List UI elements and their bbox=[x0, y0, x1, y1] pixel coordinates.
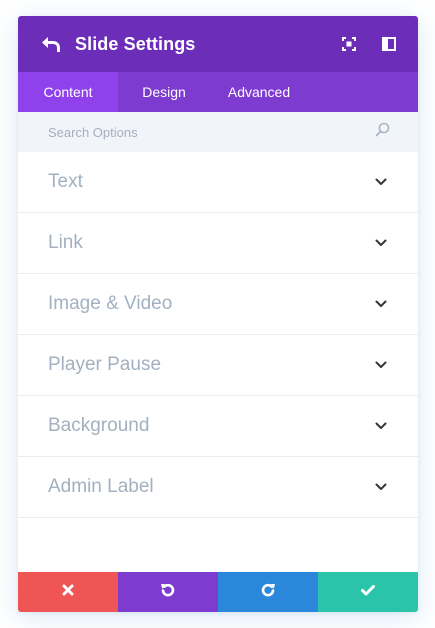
chevron-down-icon bbox=[374, 419, 388, 433]
options-list: Text Link Image & Video Player Pause Bac… bbox=[18, 152, 418, 518]
tab-content[interactable]: Content bbox=[18, 72, 118, 112]
option-toggle-admin-label[interactable]: Admin Label bbox=[18, 457, 418, 518]
modal-title: Slide Settings bbox=[75, 33, 196, 54]
chevron-down-icon bbox=[374, 297, 388, 311]
chevron-down-icon bbox=[374, 480, 388, 494]
option-label: Text bbox=[48, 171, 83, 192]
option-label: Image & Video bbox=[48, 293, 173, 314]
undo-icon bbox=[160, 582, 176, 603]
option-label: Background bbox=[48, 415, 150, 436]
chevron-down-icon bbox=[374, 358, 388, 372]
close-icon bbox=[62, 583, 74, 601]
search-options-input[interactable]: Search Options bbox=[18, 112, 418, 152]
option-toggle-background[interactable]: Background bbox=[18, 396, 418, 457]
tab-advanced[interactable]: Advanced bbox=[210, 72, 308, 112]
check-icon bbox=[361, 583, 375, 601]
option-toggle-text[interactable]: Text bbox=[18, 152, 418, 213]
discard-changes-button[interactable] bbox=[18, 572, 118, 612]
option-toggle-image-video[interactable]: Image & Video bbox=[18, 274, 418, 335]
redo-icon bbox=[260, 582, 276, 603]
option-toggle-link[interactable]: Link bbox=[18, 213, 418, 274]
search-icon bbox=[375, 122, 390, 142]
slide-settings-modal: Slide Settings Content Design Advanced S… bbox=[18, 16, 418, 612]
back-arrow-icon[interactable] bbox=[40, 33, 62, 55]
modal-footer bbox=[18, 572, 418, 612]
tab-design[interactable]: Design bbox=[118, 72, 210, 112]
tab-bar: Content Design Advanced bbox=[18, 72, 418, 112]
search-placeholder: Search Options bbox=[48, 124, 138, 140]
sidebar-toggle-icon[interactable] bbox=[376, 31, 402, 57]
save-changes-button[interactable] bbox=[318, 572, 418, 612]
modal-header: Slide Settings bbox=[18, 16, 418, 72]
option-label: Link bbox=[48, 232, 83, 253]
chevron-down-icon bbox=[374, 175, 388, 189]
redo-button[interactable] bbox=[218, 572, 318, 612]
option-toggle-player-pause[interactable]: Player Pause bbox=[18, 335, 418, 396]
chevron-down-icon bbox=[374, 236, 388, 250]
undo-button[interactable] bbox=[118, 572, 218, 612]
option-label: Player Pause bbox=[48, 354, 162, 375]
fullscreen-icon[interactable] bbox=[336, 31, 362, 57]
option-label: Admin Label bbox=[48, 476, 154, 497]
